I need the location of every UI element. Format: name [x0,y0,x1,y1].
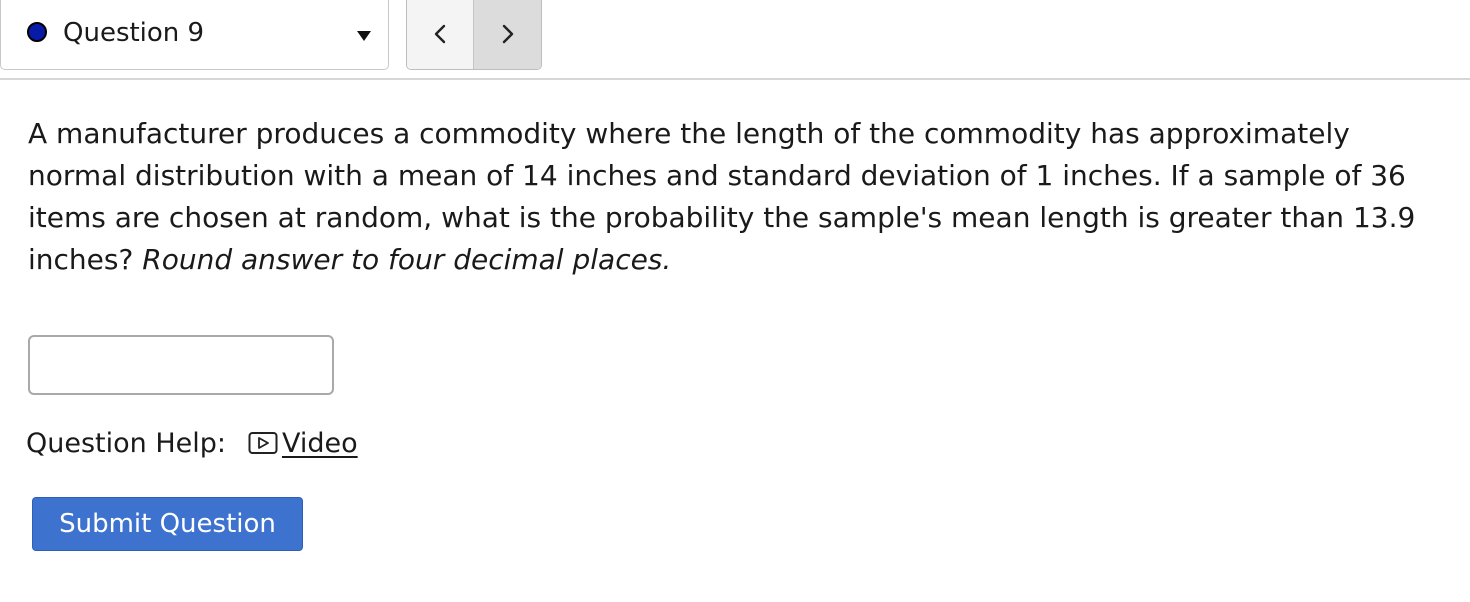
status-dot-icon [27,22,47,42]
next-question-button[interactable] [474,0,541,69]
question-header: Question 9 [0,0,1470,80]
chevron-left-icon [434,24,446,43]
chevron-right-icon [502,24,513,43]
question-selector-dropdown[interactable]: Question 9 [0,0,389,70]
question-nav [406,0,542,70]
question-selector-label: Question 9 [63,18,205,48]
video-help-label: Video [282,427,358,459]
question-help: Question Help: Video [26,423,358,463]
submit-question-button[interactable]: Submit Question [32,497,303,551]
video-help-link[interactable]: Video [248,428,358,459]
caret-down-icon [357,31,371,41]
question-instruction: Round answer to four decimal places. [142,243,672,276]
question-help-label: Question Help: [26,427,226,459]
previous-question-button[interactable] [407,0,474,69]
answer-input[interactable] [28,335,334,395]
question-text: A manufacturer produces a commodity wher… [28,113,1428,281]
play-video-icon [248,431,278,455]
